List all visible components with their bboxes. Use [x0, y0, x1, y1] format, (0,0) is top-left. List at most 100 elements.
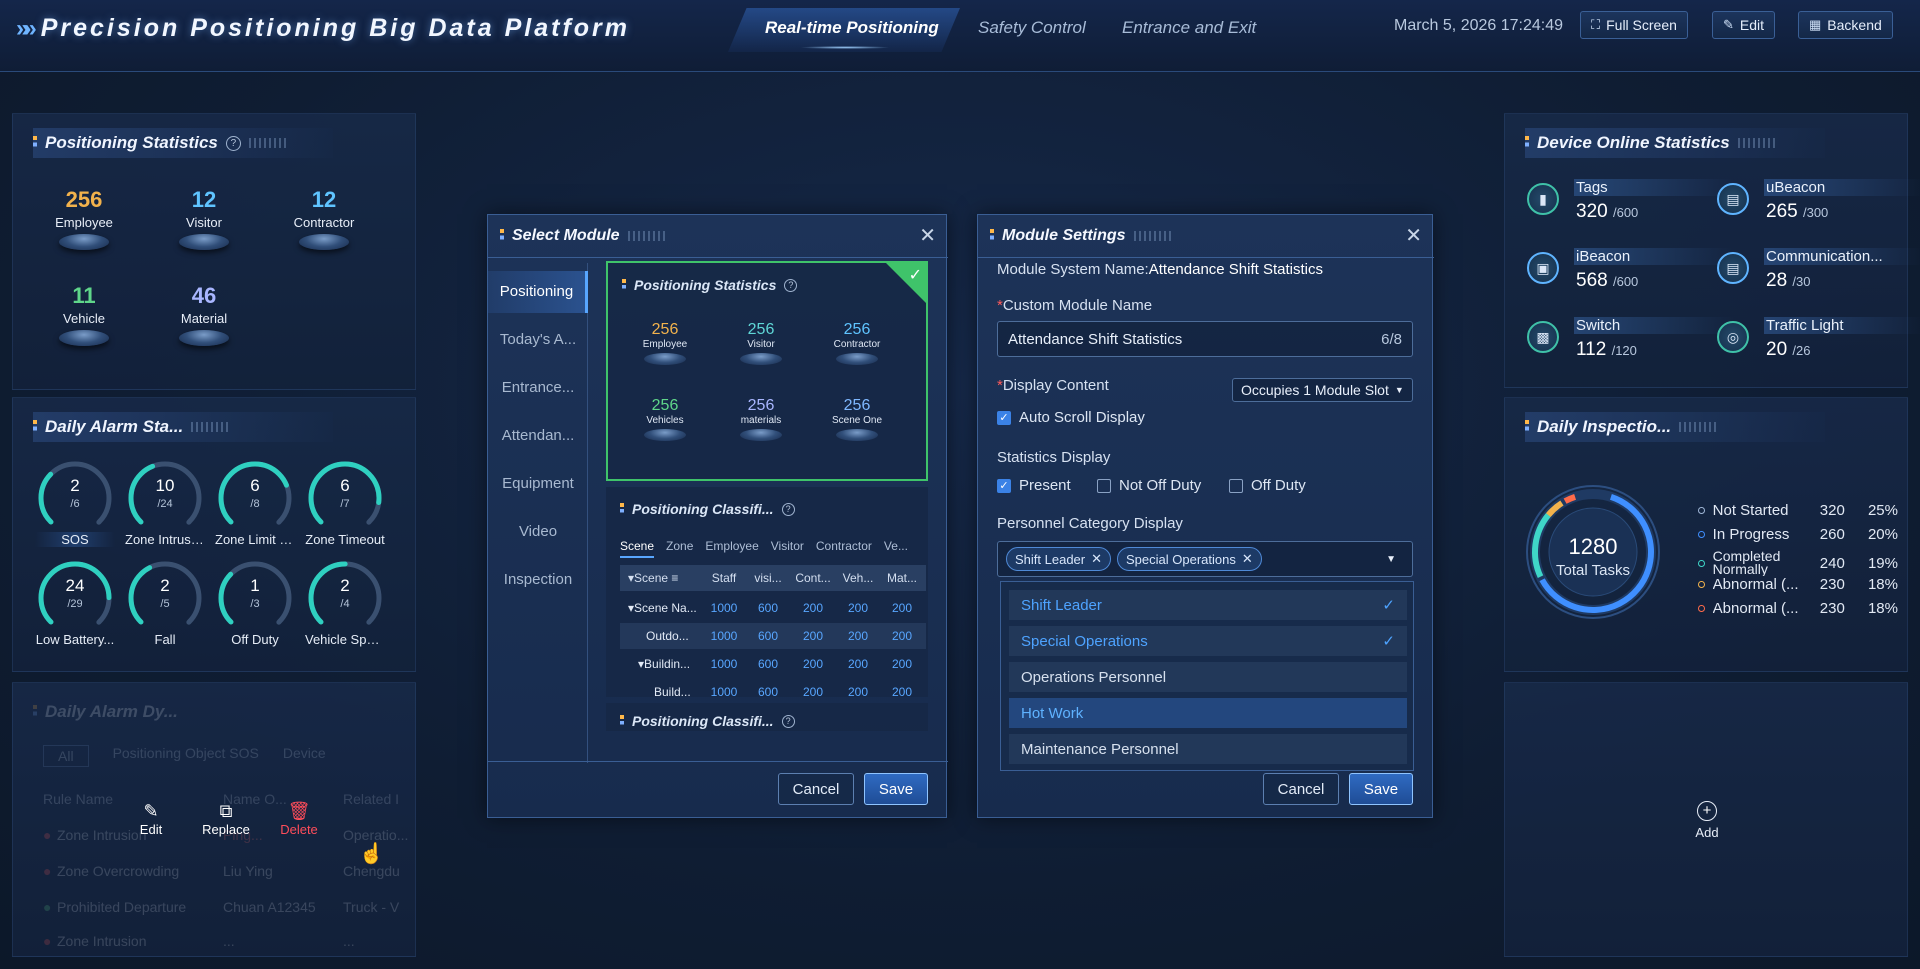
legend-item: Abnormal (... 230 18%	[1698, 576, 1898, 593]
full-screen-label: Full Screen	[1606, 17, 1677, 33]
ubeacon-icon: ▤	[1717, 183, 1749, 215]
nav-equipment[interactable]: Equipment	[488, 463, 588, 505]
tab-real-time-positioning[interactable]: Real-time Positioning	[765, 18, 939, 38]
legend-dot	[1698, 605, 1705, 612]
device-name: Switch	[1574, 317, 1734, 334]
custom-name-input[interactable]: Attendance Shift Statistics 6/8	[997, 321, 1413, 357]
full-screen-button[interactable]: ⛶ Full Screen	[1580, 11, 1688, 39]
legend-name: Completed Normally	[1712, 550, 1781, 576]
device-count: 20 /26	[1766, 339, 1811, 361]
caret-down-icon: ▼	[1386, 553, 1396, 565]
cancel-button[interactable]: Cancel	[778, 773, 854, 805]
nav-video[interactable]: Video	[488, 511, 588, 553]
off-duty-checkbox[interactable]: Off Duty	[1229, 477, 1306, 494]
add-module-button[interactable]: + Add	[1687, 801, 1727, 840]
device-tags: ▮ Tags 320 /600	[1527, 179, 1747, 235]
mini-table-row: ▾ Buildin... 1000 600 200 200 200	[620, 651, 926, 677]
device-name: Tags	[1574, 179, 1734, 196]
panel-title-text: Daily Alarm Dy...	[45, 702, 178, 721]
category-multiselect[interactable]: Shift Leader ✕ Special Operations ✕ ▼	[997, 541, 1413, 577]
alarm-gauge: 2 /5 Fall	[125, 558, 205, 647]
pedestal	[836, 353, 878, 365]
cell-related: Truck - V	[343, 899, 400, 915]
gauge-total: /4	[340, 598, 350, 610]
col-rule-name: Rule Name	[43, 791, 114, 807]
custom-name-label: *Custom Module Name	[997, 297, 1153, 314]
caret-down-icon: ▼	[1394, 385, 1404, 395]
legend-dot	[1698, 507, 1705, 514]
gauge-value: 2	[70, 476, 80, 495]
title-hatch	[191, 422, 232, 432]
tab-device[interactable]: Device	[283, 745, 326, 767]
alarm-gauge: 6 /7 Zone Timeout	[305, 458, 385, 547]
legend-pct: 18%	[1867, 600, 1898, 617]
device-total: /30	[1792, 274, 1811, 289]
cell-value: 200	[847, 601, 869, 615]
mini-table-row: Outdo... 1000 600 200 200 200	[620, 623, 926, 649]
panel-delete-action[interactable]: 🗑 Delete	[269, 801, 329, 837]
legend-item: Not Started 320 25%	[1698, 502, 1898, 519]
device-total: /26	[1792, 343, 1811, 358]
divider	[488, 257, 948, 258]
close-icon[interactable]: ✕	[1242, 551, 1253, 567]
module-card-positioning-classification[interactable]: Positioning Classifi... ? Scene Zone Emp…	[606, 487, 928, 697]
pencil-icon: ✎	[143, 801, 159, 821]
nav-todays-alarm[interactable]: Today's A...	[488, 319, 588, 361]
add-module-panel[interactable]: + Add	[1504, 682, 1908, 957]
cell-value: 200	[891, 685, 913, 697]
save-button[interactable]: Save	[1349, 773, 1413, 805]
module-card-positioning-classification-2[interactable]: Positioning Classifi... ?	[606, 703, 928, 731]
nav-attendance[interactable]: Attendan...	[488, 415, 588, 457]
device-count: 28 /30	[1766, 270, 1811, 292]
stat-value: 11	[72, 283, 96, 308]
title-hatch	[1737, 138, 1778, 148]
legend-dot	[1698, 531, 1705, 538]
nav-positioning[interactable]: Positioning	[488, 271, 588, 313]
panel-title-text: Daily Alarm Sta...	[45, 417, 184, 436]
daily-alarm-panel: Daily Alarm Sta... 2 /6 SOS 10 /24 Zone …	[12, 397, 416, 672]
cell-value: 600	[757, 685, 779, 697]
edit-button[interactable]: ✎ Edit	[1712, 11, 1776, 39]
option-operations-personnel[interactable]: Operations Personnel	[1009, 662, 1407, 692]
device-switch: ▩ Switch 112 /120	[1527, 317, 1747, 373]
cell-value: 1000	[710, 657, 738, 671]
nav-inspection[interactable]: Inspection	[488, 559, 588, 601]
cancel-button[interactable]: Cancel	[1263, 773, 1339, 805]
help-icon: ?	[784, 278, 798, 292]
option-shift-leader[interactable]: Shift Leader ✓	[1009, 590, 1407, 620]
auto-scroll-checkbox[interactable]: ✓ Auto Scroll Display	[997, 409, 1145, 426]
title-marker-icon	[1525, 420, 1529, 434]
nav-entrance[interactable]: Entrance...	[488, 367, 588, 409]
save-button[interactable]: Save	[864, 773, 928, 805]
module-slot-select[interactable]: Occupies 1 Module Slot ▼	[1232, 378, 1413, 402]
cell-related: ...	[343, 933, 355, 949]
cell-value: 200	[802, 685, 824, 697]
stat-vehicle: 11 Vehicle	[39, 283, 129, 346]
panel-edit-action[interactable]: ✎ Edit	[125, 801, 177, 837]
panel-replace-action[interactable]: ⧉ Replace	[191, 801, 261, 837]
tab-all[interactable]: All	[43, 745, 89, 767]
pedestal	[59, 330, 109, 346]
not-off-duty-checkbox[interactable]: Not Off Duty	[1097, 477, 1201, 494]
close-icon[interactable]: ✕	[919, 223, 936, 248]
backend-button[interactable]: ▦ Backend	[1798, 11, 1893, 39]
option-special-operations[interactable]: Special Operations ✓	[1009, 626, 1407, 656]
alarm-dynamic-panel[interactable]: Daily Alarm Dy... All Positioning Object…	[12, 682, 416, 957]
option-hot-work[interactable]: Hot Work	[1009, 698, 1407, 728]
card-stat: 256 Employee	[620, 321, 710, 365]
check-icon: ✓	[908, 267, 922, 284]
option-maintenance-personnel[interactable]: Maintenance Personnel	[1009, 734, 1407, 764]
tab-safety-control[interactable]: Safety Control	[978, 18, 1086, 38]
close-icon[interactable]: ✕	[1405, 223, 1422, 248]
close-icon[interactable]: ✕	[1091, 551, 1102, 567]
tab-entrance-and-exit[interactable]: Entrance and Exit	[1122, 18, 1256, 38]
alarm-gauge: 24 /29 Low Battery...	[35, 558, 115, 647]
module-card-positioning-statistics[interactable]: ✓ Positioning Statistics ? 256 Employee …	[606, 261, 928, 481]
help-icon[interactable]: ?	[225, 135, 241, 151]
title-marker-icon	[620, 502, 624, 516]
stat-label: Visitor	[186, 215, 222, 230]
tab-sos[interactable]: Positioning Object SOS	[113, 745, 259, 767]
help-icon: ?	[781, 502, 795, 516]
tag-label: Special Operations	[1126, 551, 1236, 567]
present-checkbox[interactable]: ✓ Present	[997, 477, 1071, 494]
